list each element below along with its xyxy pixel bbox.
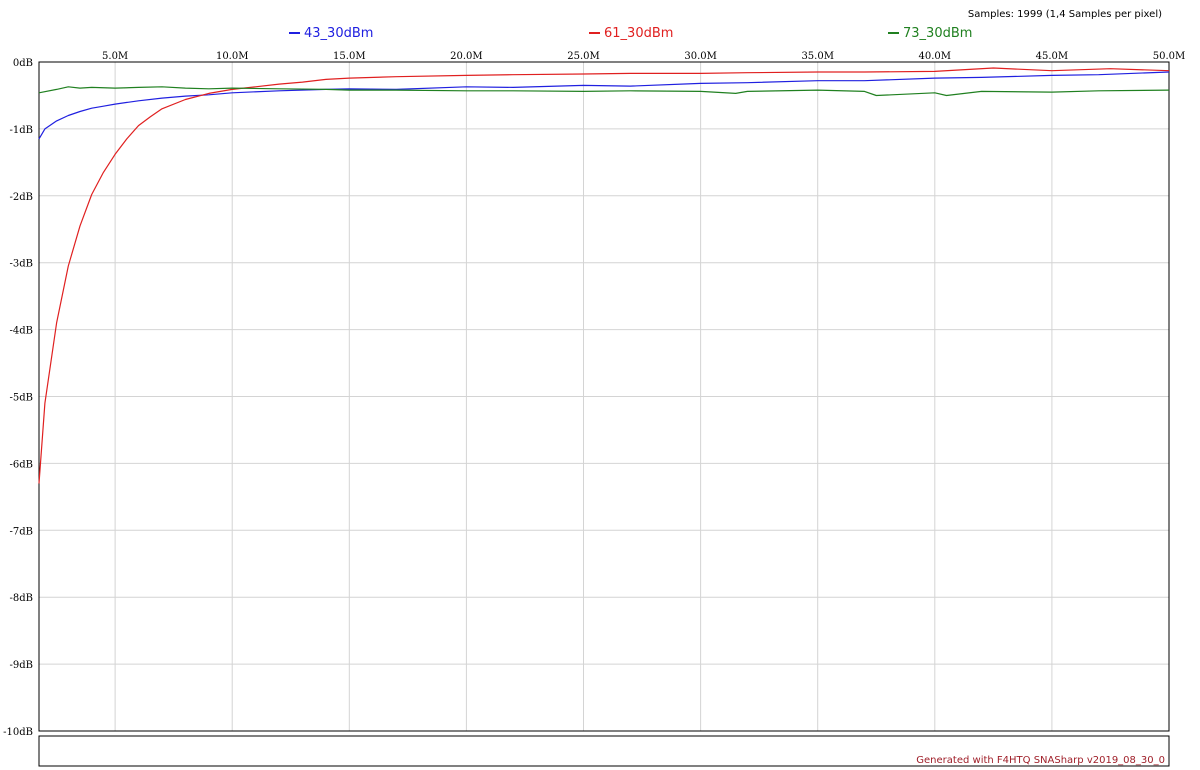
x-tick-label: 10.0M <box>216 51 249 62</box>
legend-entry: 43_30dBm <box>289 26 373 41</box>
x-tick-label: 20.0M <box>450 51 483 62</box>
grid-lines <box>39 61 1170 732</box>
samples-info-text: Samples: 1999 (1,4 Samples per pixel) <box>968 9 1162 20</box>
x-tick-label: 25.0M <box>567 51 600 62</box>
legend-entry: 73_30dBm <box>888 26 972 41</box>
x-tick-label: 40.0M <box>919 51 952 62</box>
y-tick-label: -5dB <box>10 393 34 404</box>
legend-label: 43_30dBm <box>304 26 373 41</box>
y-tick-label: -9dB <box>10 660 34 671</box>
y-tick-label: -7dB <box>10 526 34 537</box>
y-tick-label: -3dB <box>10 259 34 270</box>
x-tick-label: 15.0M <box>333 51 366 62</box>
x-axis-ticks: 5.0M 10.0M 15.0M 20.0M 25.0M 30.0M 35.0M 40.0M 4… <box>102 51 1185 62</box>
series-line-73_30dBm <box>38 86 1170 97</box>
series-line-61_30dBm <box>38 67 1170 484</box>
y-tick-label: 0dB <box>13 58 33 69</box>
x-tick-label: 30.0M <box>684 51 717 62</box>
legend-label: 73_30dBm <box>903 26 972 41</box>
x-tick-label: 45.0M <box>1036 51 1069 62</box>
x-tick-label: 35.0M <box>801 51 834 62</box>
x-tick-label: 50.0M <box>1153 51 1186 62</box>
x-tick-label: 5.0M <box>102 51 128 62</box>
frequency-response-chart: Samples: 1999 (1,4 Samples per pixel) 43… <box>3 9 1185 767</box>
chart-legend: 43_30dBm 61_30dBm 73_30dBm <box>289 26 972 41</box>
y-tick-label: -1dB <box>10 125 34 136</box>
y-tick-label: -6dB <box>10 459 34 470</box>
y-axis-ticks: 0dB -1dB -2dB -3dB -4dB -5dB -6dB -7dB -8dB -9dB -… <box>3 58 33 738</box>
generated-with-text: Generated with F4HTQ SNASharp v2019_08_3… <box>916 755 1165 766</box>
legend-label: 61_30dBm <box>604 26 673 41</box>
y-tick-label: -8dB <box>10 593 34 604</box>
y-tick-label: -2dB <box>10 192 34 203</box>
legend-entry: 61_30dBm <box>589 26 673 41</box>
y-tick-label: -10dB <box>3 727 33 738</box>
series-lines <box>38 67 1170 484</box>
y-tick-label: -4dB <box>10 326 34 337</box>
